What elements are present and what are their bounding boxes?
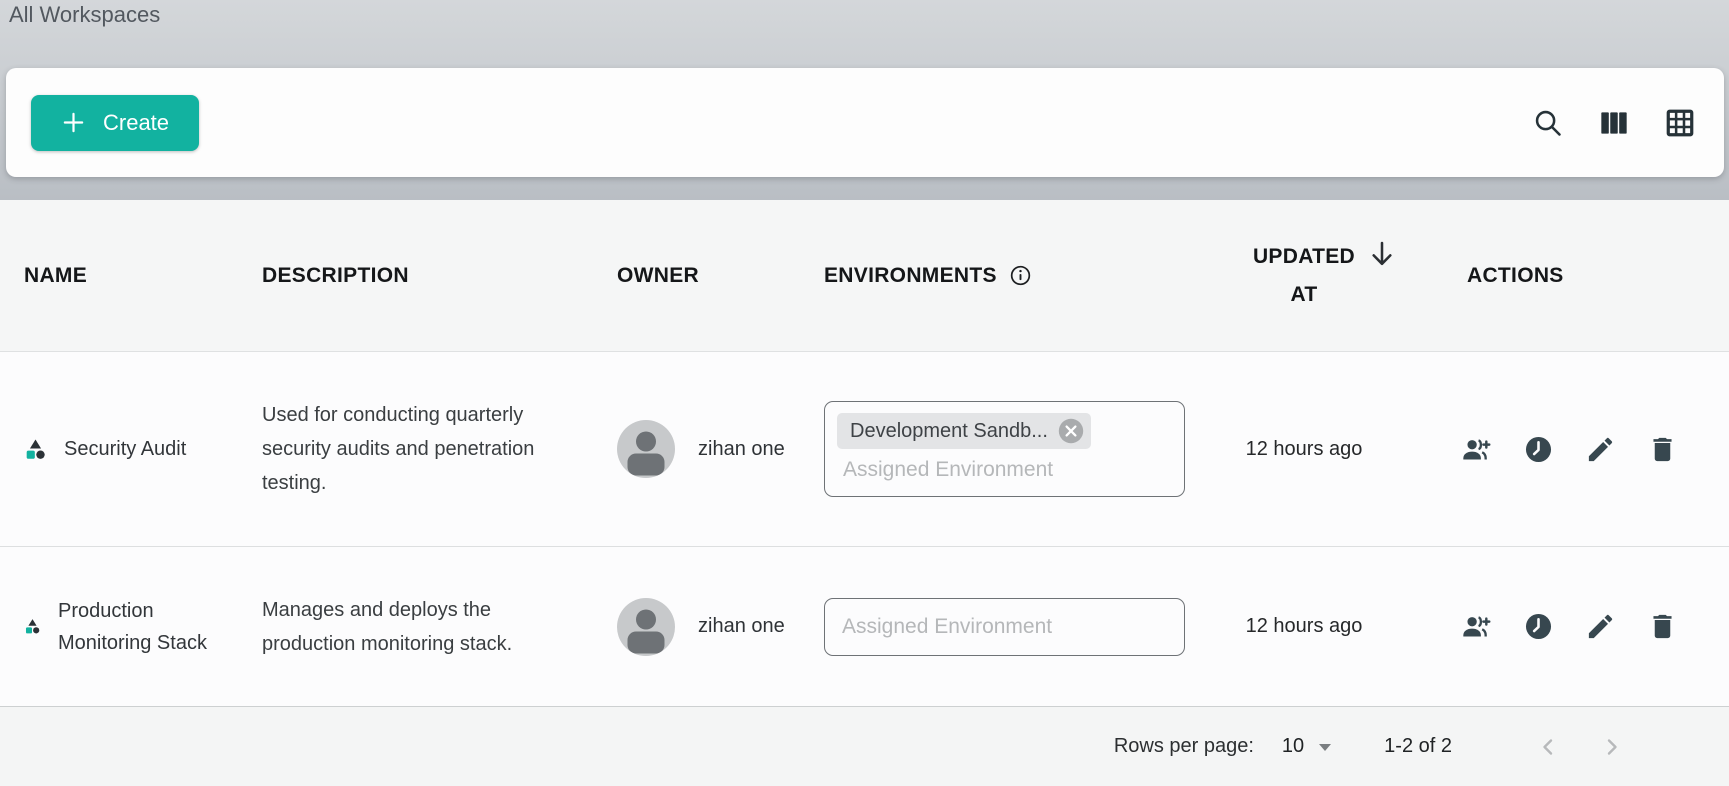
workspace-description: Used for conducting quarterly security a… — [262, 398, 567, 500]
rows-per-page-value[interactable]: 10 — [1282, 735, 1304, 758]
workspace-category-icon — [24, 438, 47, 461]
toolbar-card: Create — [6, 68, 1724, 177]
column-header-updated-label: UPDATED — [1253, 245, 1355, 268]
cell-description: Used for conducting quarterly security a… — [262, 398, 617, 500]
create-button[interactable]: Create — [31, 95, 199, 151]
rows-per-page-caret-icon[interactable] — [1314, 736, 1336, 758]
workspace-category-icon — [24, 618, 41, 635]
owner-avatar — [617, 598, 675, 656]
table-header-row: NAME DESCRIPTION OWNER ENVIRONMENTS UPDA… — [0, 200, 1729, 352]
column-header-owner: OWNER — [617, 264, 824, 288]
next-page-icon[interactable] — [1598, 733, 1626, 761]
cell-environments: Development Sandb... Assigned Environmen… — [824, 401, 1209, 497]
sort-arrow-down-icon[interactable] — [1368, 239, 1396, 269]
column-header-description-label: DESCRIPTION — [262, 264, 409, 288]
create-button-label: Create — [103, 110, 169, 136]
delete-trash-icon[interactable] — [1647, 434, 1678, 465]
environments-placeholder[interactable]: Assigned Environment — [837, 458, 1172, 482]
cell-owner: zihan one — [617, 420, 824, 478]
column-header-updated-at[interactable]: UPDATED AT — [1209, 238, 1399, 314]
pagination-bar: Rows per page: 10 1-2 of 2 — [0, 707, 1729, 786]
column-header-at-label: AT — [1290, 283, 1317, 306]
environments-placeholder[interactable]: Assigned Environment — [842, 615, 1052, 639]
chip-remove-icon[interactable] — [1058, 418, 1084, 444]
cell-owner: zihan one — [617, 598, 824, 656]
cell-updated-at: 12 hours ago — [1209, 438, 1399, 461]
rows-per-page-label: Rows per page: — [1114, 735, 1254, 758]
owner-name: zihan one — [698, 438, 785, 461]
workspace-description: Manages and deploys the production monit… — [262, 593, 567, 661]
owner-name: zihan one — [698, 615, 785, 638]
cell-updated-at: 12 hours ago — [1209, 615, 1399, 638]
column-header-environments: ENVIRONMENTS — [824, 264, 1209, 288]
pagination-range: 1-2 of 2 — [1384, 735, 1452, 758]
updated-at-value: 12 hours ago — [1246, 615, 1363, 638]
plus-icon — [61, 110, 86, 135]
edit-pencil-icon[interactable] — [1585, 611, 1616, 642]
environment-chip: Development Sandb... — [837, 413, 1091, 449]
app-root: All Workspaces Create — [0, 0, 1729, 786]
workspace-name[interactable]: Production Monitoring Stack — [58, 595, 226, 659]
column-header-actions: ACTIONS — [1399, 264, 1729, 288]
environment-chip-label: Development Sandb... — [850, 420, 1048, 443]
column-header-owner-label: OWNER — [617, 264, 699, 288]
previous-page-icon[interactable] — [1534, 733, 1562, 761]
cell-description: Manages and deploys the production monit… — [262, 593, 617, 661]
toolbar-icons — [1532, 107, 1696, 139]
view-columns-icon[interactable] — [1598, 107, 1630, 139]
column-header-environments-label: ENVIRONMENTS — [824, 264, 997, 288]
table-row: Production Monitoring Stack Manages and … — [0, 547, 1729, 707]
owner-avatar — [617, 420, 675, 478]
history-clock-icon[interactable] — [1523, 434, 1554, 465]
environments-select[interactable]: Assigned Environment — [824, 598, 1185, 656]
column-header-description: DESCRIPTION — [262, 264, 617, 288]
page-header: All Workspaces Create — [0, 0, 1729, 200]
column-header-name-label: NAME — [24, 264, 87, 288]
workspace-name[interactable]: Security Audit — [64, 433, 186, 465]
cell-environments: Assigned Environment — [824, 598, 1209, 656]
cell-workspace-name[interactable]: Production Monitoring Stack — [0, 595, 262, 659]
search-icon[interactable] — [1532, 107, 1564, 139]
history-clock-icon[interactable] — [1523, 611, 1554, 642]
environments-select[interactable]: Development Sandb... Assigned Environmen… — [824, 401, 1185, 497]
person-add-icon[interactable] — [1461, 611, 1492, 642]
person-add-icon[interactable] — [1461, 434, 1492, 465]
grid-view-icon[interactable] — [1664, 107, 1696, 139]
delete-trash-icon[interactable] — [1647, 611, 1678, 642]
table-row: Security Audit Used for conducting quart… — [0, 352, 1729, 547]
info-icon[interactable] — [1009, 264, 1032, 287]
page-title: All Workspaces — [9, 2, 160, 28]
column-header-name: NAME — [0, 264, 262, 288]
updated-at-value: 12 hours ago — [1246, 438, 1363, 461]
cell-workspace-name[interactable]: Security Audit — [0, 433, 262, 465]
column-header-actions-label: ACTIONS — [1467, 264, 1564, 288]
cell-actions — [1399, 434, 1729, 465]
edit-pencil-icon[interactable] — [1585, 434, 1616, 465]
cell-actions — [1399, 611, 1729, 642]
